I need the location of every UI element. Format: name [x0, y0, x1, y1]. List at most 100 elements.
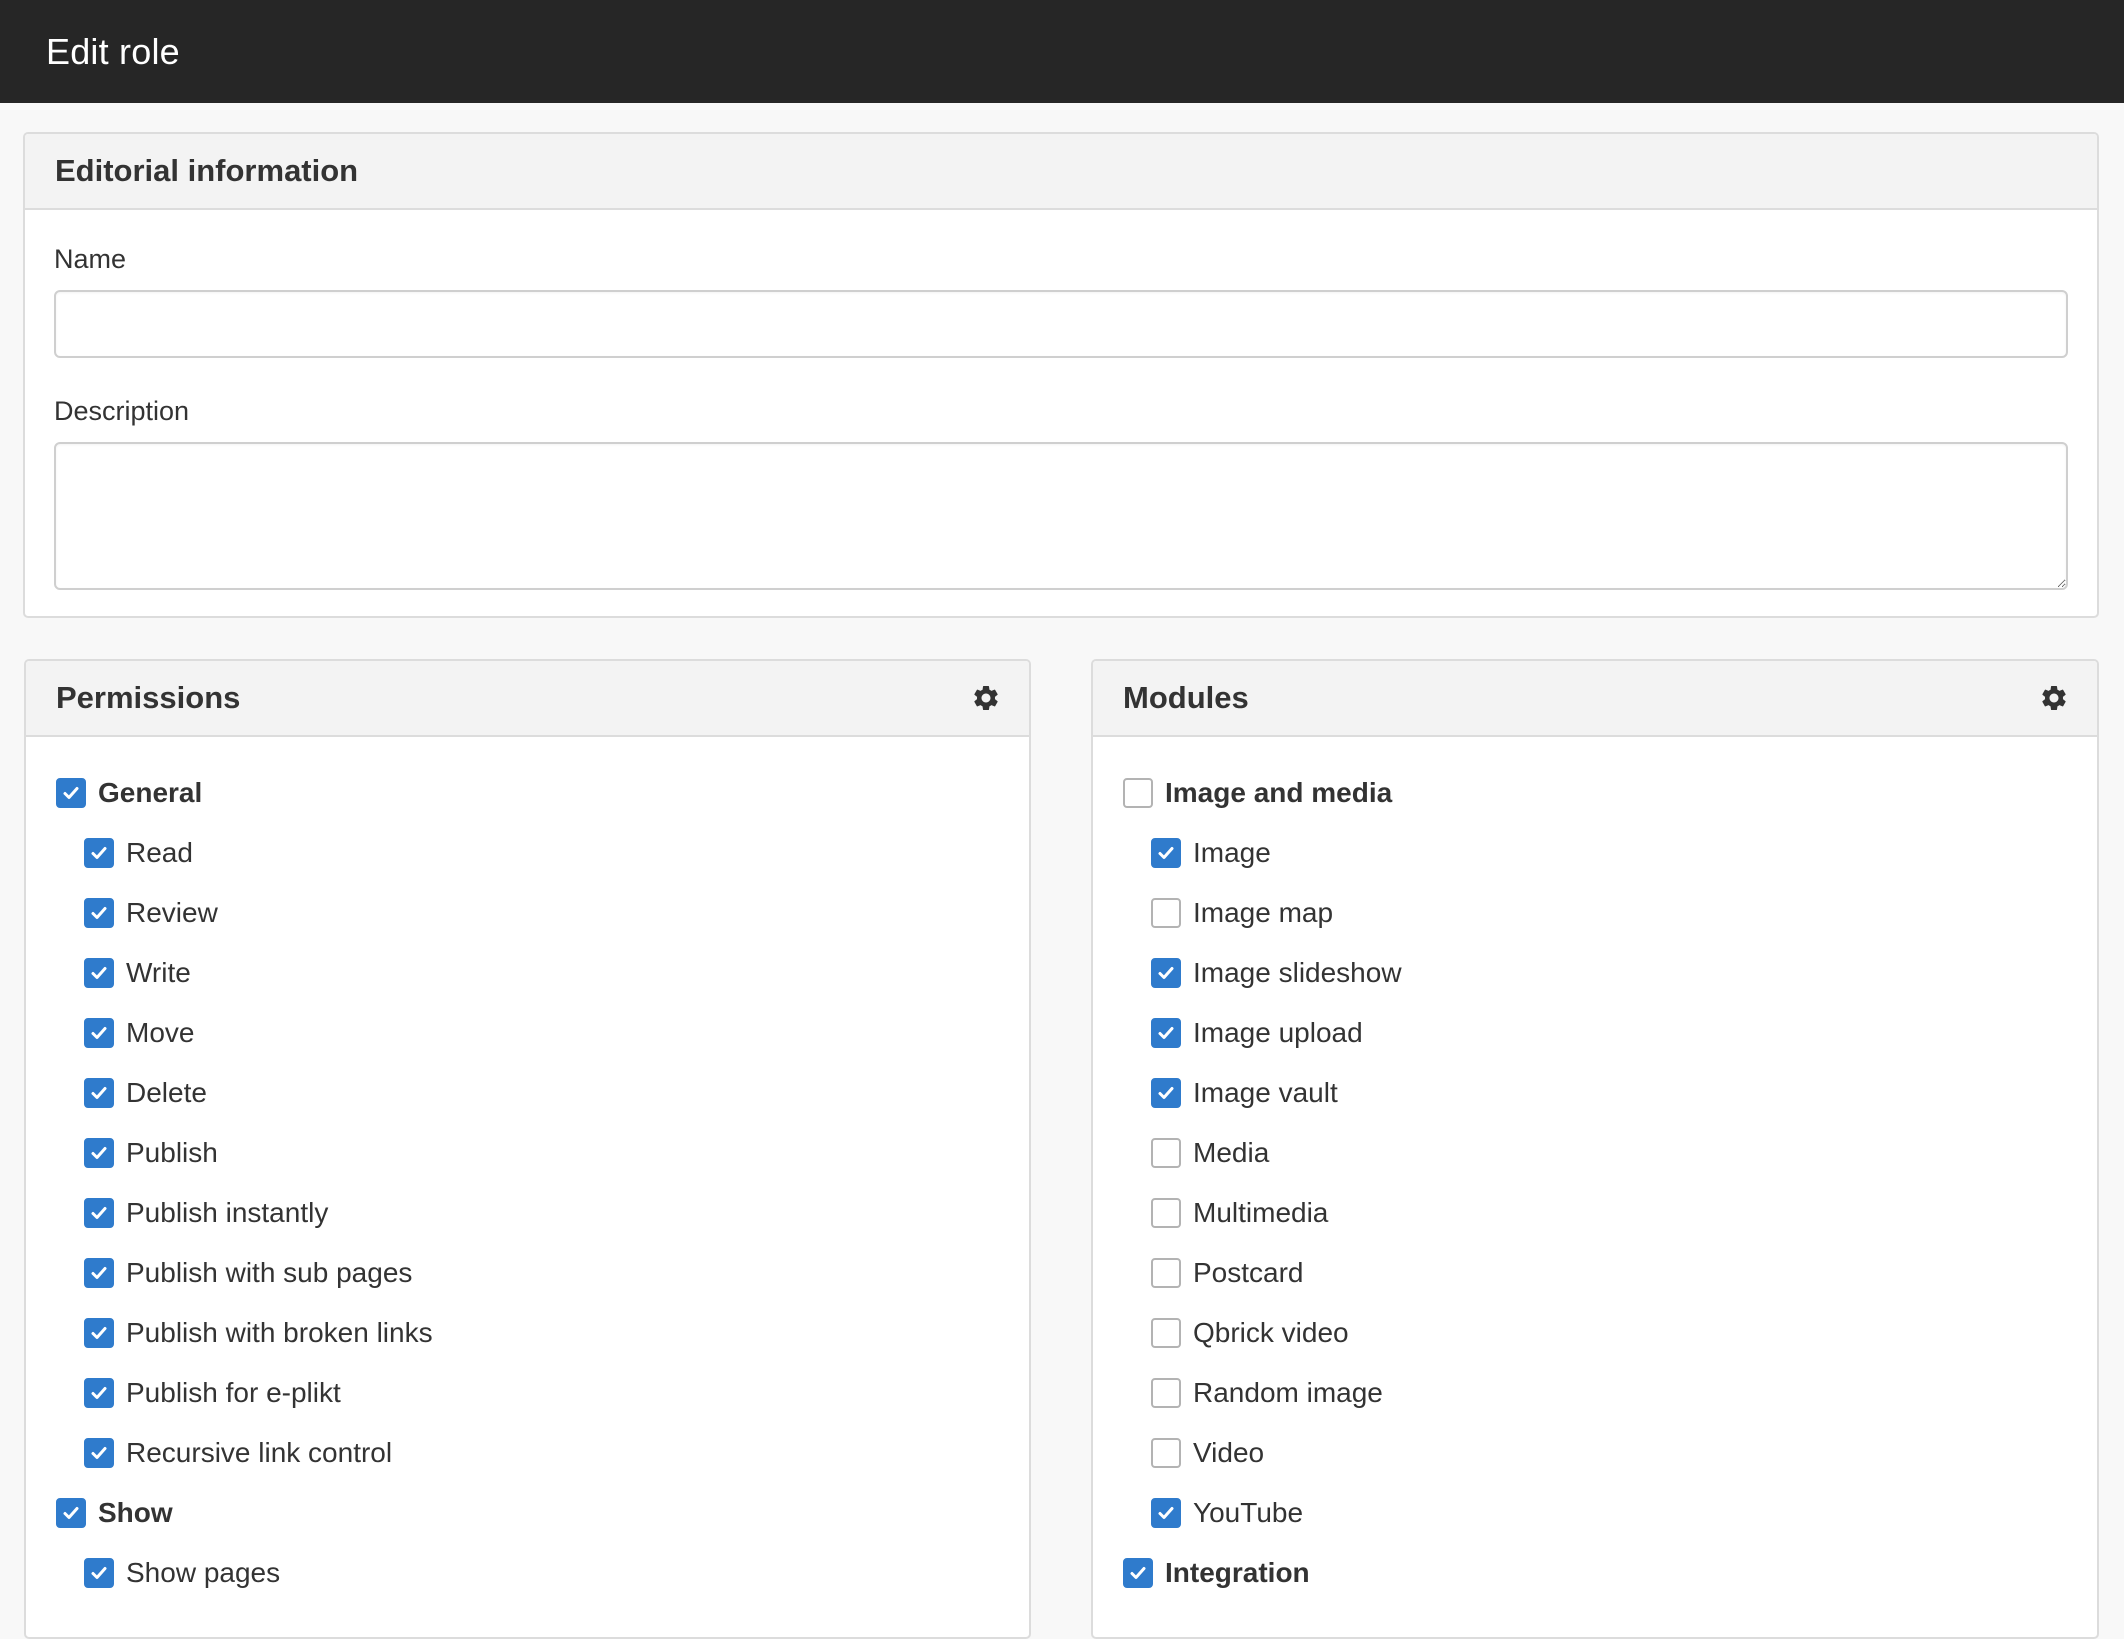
- description-textarea[interactable]: [54, 442, 2068, 590]
- checkbox[interactable]: [1151, 958, 1181, 988]
- editorial-information-panel: Editorial information Name Description: [23, 132, 2099, 618]
- checkbox-row-image-vault[interactable]: Image vault: [1123, 1063, 2097, 1123]
- checkbox-row-write[interactable]: Write: [56, 943, 1029, 1003]
- checkbox[interactable]: [56, 778, 86, 808]
- checkbox-row-publish-instantly[interactable]: Publish instantly: [56, 1183, 1029, 1243]
- checkbox-label: Read: [126, 837, 193, 868]
- checkmark-icon: [91, 1447, 107, 1459]
- checkbox-row-image-map[interactable]: Image map: [1123, 883, 2097, 943]
- checkbox-label: Review: [126, 897, 218, 928]
- checkbox-row-image-upload[interactable]: Image upload: [1123, 1003, 2097, 1063]
- checkbox[interactable]: [1123, 778, 1153, 808]
- checkbox[interactable]: [1151, 1078, 1181, 1108]
- checkbox-row-publish-with-broken-links[interactable]: Publish with broken links: [56, 1303, 1029, 1363]
- checkbox[interactable]: [84, 898, 114, 928]
- checkbox-label: General: [98, 777, 203, 808]
- checkbox-label: Image upload: [1193, 1017, 1363, 1048]
- checkbox[interactable]: [1151, 838, 1181, 868]
- checkmark-icon: [63, 1507, 79, 1519]
- checkbox[interactable]: [1151, 1318, 1181, 1348]
- checkbox[interactable]: [1151, 1018, 1181, 1048]
- checkbox-row-move[interactable]: Move: [56, 1003, 1029, 1063]
- checkbox-row-media[interactable]: Media: [1123, 1123, 2097, 1183]
- checkmark-icon: [1158, 967, 1174, 979]
- checkbox[interactable]: [1151, 898, 1181, 928]
- checkbox[interactable]: [84, 1078, 114, 1108]
- checkbox-label: Publish instantly: [126, 1197, 329, 1228]
- editorial-form: Name Description: [25, 244, 2097, 590]
- modules-list: Image and media Image Image map Image slide…: [1093, 737, 2097, 1603]
- checkmark-icon: [91, 1387, 107, 1399]
- checkbox[interactable]: [84, 838, 114, 868]
- checkbox-label: Image: [1193, 837, 1271, 868]
- checkbox-row-recursive-link-control[interactable]: Recursive link control: [56, 1423, 1029, 1483]
- checkbox-row-delete[interactable]: Delete: [56, 1063, 1029, 1123]
- checkbox[interactable]: [84, 1378, 114, 1408]
- checkbox-row-postcard[interactable]: Postcard: [1123, 1243, 2097, 1303]
- checkmark-icon: [1158, 1027, 1174, 1039]
- checkbox-row-random-image[interactable]: Random image: [1123, 1363, 2097, 1423]
- checkmark-icon: [1158, 1507, 1174, 1519]
- checkbox-label: Move: [126, 1017, 195, 1048]
- checkbox-row-publish[interactable]: Publish: [56, 1123, 1029, 1183]
- group-row-image-and-media[interactable]: Image and media: [1123, 763, 2097, 823]
- gear-icon[interactable]: [2039, 683, 2069, 713]
- checkbox-label: Publish for e-plikt: [126, 1377, 341, 1408]
- editorial-panel-header: Editorial information: [25, 134, 2097, 210]
- checkmark-icon: [91, 967, 107, 979]
- checkbox[interactable]: [84, 958, 114, 988]
- checkbox[interactable]: [1123, 1558, 1153, 1588]
- checkbox-label: Publish: [126, 1137, 218, 1168]
- checkmark-icon: [91, 1027, 107, 1039]
- description-label: Description: [54, 396, 190, 426]
- checkbox-label: Delete: [126, 1077, 207, 1108]
- checkbox-row-video[interactable]: Video: [1123, 1423, 2097, 1483]
- top-bar: Edit role: [0, 0, 2124, 103]
- modules-panel-title: Modules: [1123, 680, 1249, 715]
- checkbox-row-review[interactable]: Review: [56, 883, 1029, 943]
- group-row-general[interactable]: General: [56, 763, 1029, 823]
- checkbox-label: Random image: [1193, 1377, 1383, 1408]
- checkbox[interactable]: [1151, 1258, 1181, 1288]
- checkbox-row-multimedia[interactable]: Multimedia: [1123, 1183, 2097, 1243]
- checkbox-row-read[interactable]: Read: [56, 823, 1029, 883]
- checkbox-label: Postcard: [1193, 1257, 1304, 1288]
- editorial-panel-title: Editorial information: [55, 153, 359, 188]
- checkbox[interactable]: [84, 1318, 114, 1348]
- checkbox[interactable]: [84, 1438, 114, 1468]
- checkbox-row-qbrick-video[interactable]: Qbrick video: [1123, 1303, 2097, 1363]
- checkbox[interactable]: [84, 1138, 114, 1168]
- checkbox-row-show-pages[interactable]: Show pages: [56, 1543, 1029, 1603]
- checkbox[interactable]: [1151, 1198, 1181, 1228]
- checkbox[interactable]: [84, 1258, 114, 1288]
- checkbox-row-publish-for-e-plikt[interactable]: Publish for e-plikt: [56, 1363, 1029, 1423]
- gear-icon[interactable]: [971, 683, 1001, 713]
- checkbox-row-image-slideshow[interactable]: Image slideshow: [1123, 943, 2097, 1003]
- checkbox-label: Media: [1193, 1137, 1270, 1168]
- checkbox[interactable]: [1151, 1378, 1181, 1408]
- checkbox[interactable]: [1151, 1138, 1181, 1168]
- checkmark-icon: [91, 1567, 107, 1579]
- checkbox[interactable]: [1151, 1438, 1181, 1468]
- checkmark-icon: [1158, 1087, 1174, 1099]
- checkbox[interactable]: [56, 1498, 86, 1528]
- checkmark-icon: [91, 907, 107, 919]
- checkbox[interactable]: [84, 1018, 114, 1048]
- checkbox[interactable]: [1151, 1498, 1181, 1528]
- checkbox-row-image[interactable]: Image: [1123, 823, 2097, 883]
- name-input[interactable]: [54, 290, 2068, 358]
- checkbox[interactable]: [84, 1198, 114, 1228]
- permissions-panel-header: Permissions: [26, 661, 1029, 737]
- group-row-integration[interactable]: Integration: [1123, 1543, 2097, 1603]
- checkbox[interactable]: [84, 1558, 114, 1588]
- modules-panel: Modules Image and media Image Image map Ima…: [1091, 659, 2099, 1639]
- permissions-panel-title: Permissions: [56, 680, 241, 715]
- group-row-show[interactable]: Show: [56, 1483, 1029, 1543]
- checkbox-row-youtube[interactable]: YouTube: [1123, 1483, 2097, 1543]
- checkmark-icon: [63, 787, 79, 799]
- checkbox-label: Publish with broken links: [126, 1317, 433, 1348]
- checkmark-icon: [1130, 1567, 1146, 1579]
- checkbox-row-publish-with-sub-pages[interactable]: Publish with sub pages: [56, 1243, 1029, 1303]
- checkbox-label: Multimedia: [1193, 1197, 1329, 1228]
- modules-panel-header: Modules: [1093, 661, 2097, 737]
